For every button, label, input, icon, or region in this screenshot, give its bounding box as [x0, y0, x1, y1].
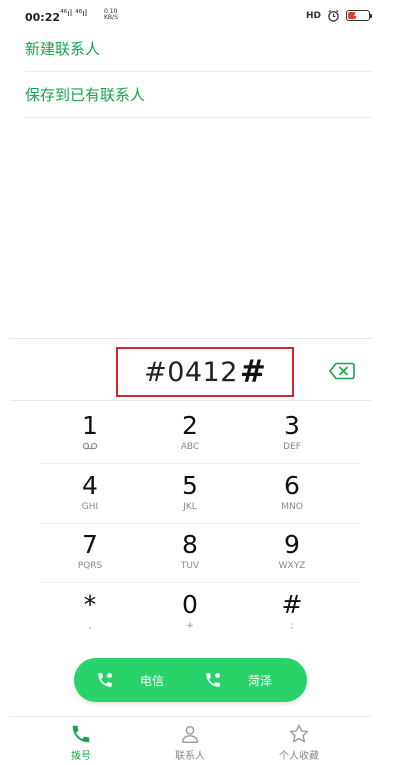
- status-time: 00:22: [25, 11, 61, 24]
- divider: [10, 400, 372, 401]
- new-contact-option[interactable]: 新建联系人: [25, 27, 373, 71]
- battery-level: 18: [353, 10, 363, 18]
- divider: [40, 582, 360, 583]
- alarm-icon: [328, 9, 339, 22]
- divider: [40, 463, 360, 464]
- key-9[interactable]: 9 WXYZ: [242, 531, 342, 589]
- key-star[interactable]: * ,: [40, 591, 140, 649]
- backspace-icon[interactable]: [329, 362, 355, 380]
- key-7[interactable]: 7 PQRS: [40, 531, 140, 589]
- star-icon: [289, 724, 309, 743]
- call-sim1-button[interactable]: 电信: [96, 658, 164, 702]
- call-sim1-label: 电信: [140, 673, 165, 688]
- key-letters: TUV: [180, 561, 200, 571]
- dialed-number-hash: #: [239, 354, 266, 390]
- key-letters: ABC: [180, 442, 200, 452]
- tab-dialer[interactable]: 拨号: [46, 723, 116, 762]
- key-digit: 5: [182, 471, 198, 500]
- divider: [25, 71, 373, 72]
- save-to-existing-contact-option[interactable]: 保存到已有联系人: [25, 73, 373, 117]
- key-digit: 1: [82, 411, 98, 440]
- key-digit: 9: [284, 530, 300, 559]
- divider: [10, 716, 372, 717]
- dialed-number-field[interactable]: #0412 #: [116, 347, 294, 397]
- key-digit: 3: [284, 411, 300, 440]
- key-digit: 6: [284, 471, 300, 500]
- key-5[interactable]: 5 JKL: [140, 472, 240, 530]
- key-4[interactable]: 4 GHI: [40, 472, 140, 530]
- key-hash[interactable]: # ;: [242, 591, 342, 649]
- status-right: HD 18: [305, 9, 372, 22]
- divider: [40, 523, 360, 524]
- key-letters: MNO: [281, 502, 303, 512]
- key-digit: 8: [182, 530, 198, 559]
- key-letters: ,: [88, 621, 92, 631]
- key-digit: 2: [182, 411, 198, 440]
- key-3[interactable]: 3 DEF: [242, 412, 342, 470]
- key-1[interactable]: 1: [40, 412, 140, 470]
- status-bar: 00:22 ⁴⁶ıl ⁴⁶ıl 0.10 KB/S HD 18: [0, 0, 400, 30]
- key-0[interactable]: 0 +: [140, 591, 240, 649]
- key-2[interactable]: 2 ABC: [140, 412, 240, 470]
- voicemail-icon: [82, 442, 98, 450]
- dialed-number: #0412: [144, 356, 238, 388]
- hd-icon: HD: [305, 10, 321, 21]
- network-speed: 0.10 KB/S: [104, 9, 118, 21]
- phone-icon: [72, 725, 90, 743]
- key-digit: 4: [82, 471, 98, 500]
- tab-dialer-label: 拨号: [71, 751, 91, 762]
- person-icon: [181, 725, 199, 743]
- key-letters: GHI: [81, 502, 99, 512]
- network-speed-unit: KB/S: [104, 14, 118, 21]
- phone-sim2-icon: [206, 673, 220, 687]
- tab-favorites-label: 个人收藏: [279, 751, 319, 762]
- tab-contacts-label: 联系人: [175, 751, 205, 762]
- call-sim2-label: 菏泽: [248, 673, 273, 688]
- key-8[interactable]: 8 TUV: [140, 531, 240, 589]
- signal-icon: ⁴⁶ıl ⁴⁶ıl: [60, 9, 88, 19]
- tab-favorites[interactable]: 个人收藏: [264, 723, 334, 762]
- key-6[interactable]: 6 MNO: [242, 472, 342, 530]
- key-digit: #: [281, 590, 303, 619]
- key-letters: ;: [290, 621, 294, 631]
- key-letters: DEF: [283, 442, 301, 452]
- call-sim2-button[interactable]: 菏泽: [204, 658, 272, 702]
- tab-contacts[interactable]: 联系人: [155, 723, 225, 762]
- call-button-bar: 电信 菏泽: [74, 658, 307, 702]
- key-digit: *: [83, 590, 97, 619]
- key-digit: 7: [82, 530, 98, 559]
- key-letters: +: [186, 621, 194, 631]
- divider: [10, 338, 372, 339]
- key-digit: 0: [182, 590, 198, 619]
- battery-icon: 18: [346, 10, 372, 21]
- phone-sim1-icon: [98, 673, 112, 687]
- key-letters: WXYZ: [278, 561, 306, 571]
- key-letters: JKL: [183, 502, 197, 512]
- divider: [25, 117, 373, 118]
- key-letters: PQRS: [77, 561, 103, 571]
